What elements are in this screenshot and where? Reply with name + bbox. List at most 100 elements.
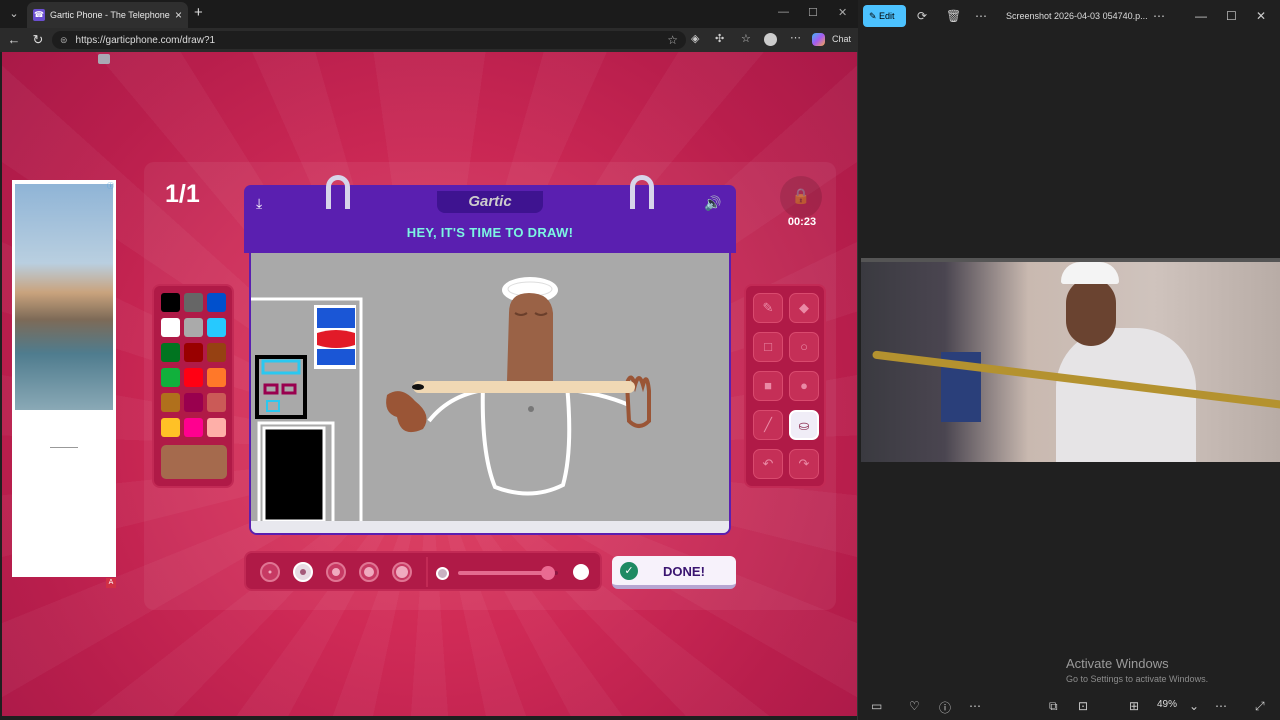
pencil-icon[interactable]: ✎ [753, 293, 783, 323]
color-swatch[interactable] [207, 318, 226, 337]
color-swatch[interactable] [184, 343, 203, 362]
chef-body [480, 384, 572, 496]
activate-windows-title: Activate Windows [1066, 656, 1169, 671]
file-more-icon[interactable]: ⋯ [1153, 9, 1165, 23]
color-swatch[interactable] [161, 343, 180, 362]
fit-icon[interactable]: ⊞ [1129, 699, 1139, 713]
tab-gartic[interactable]: ☎ Gartic Phone - The Telephone Game × [27, 2, 188, 28]
color-swatch[interactable] [184, 418, 203, 437]
circle-outline-icon[interactable]: ○ [789, 332, 819, 362]
color-swatch[interactable] [207, 293, 226, 312]
done-button[interactable]: ✓ DONE! [612, 556, 736, 589]
rotate-icon[interactable]: ⟳ [917, 9, 927, 23]
maximize-icon[interactable]: ☐ [808, 6, 818, 19]
more-menu-icon[interactable]: ⋯ [790, 31, 801, 44]
rolling-pin-end [412, 384, 424, 390]
new-tab-button[interactable]: + [194, 5, 203, 21]
activate-windows-subtitle: Go to Settings to activate Windows. [1066, 674, 1209, 684]
zoom-level[interactable]: 49% [1157, 699, 1177, 710]
color-swatch[interactable] [161, 368, 180, 387]
color-swatch[interactable] [207, 343, 226, 362]
gartic-favicon-icon: ☎ [33, 9, 45, 21]
color-swatch[interactable] [161, 418, 180, 437]
rectangle-fill-icon[interactable]: ■ [753, 371, 783, 401]
zoom-dropdown-icon[interactable]: ⌄ [1189, 699, 1199, 713]
profile-avatar[interactable] [764, 33, 777, 46]
copilot-icon[interactable] [812, 33, 825, 46]
ad-banner[interactable]: ⓘ [12, 180, 116, 577]
ad-image[interactable] [15, 184, 113, 410]
url-field[interactable]: ⊜ https://garticphone.com/draw?1 ☆ [52, 31, 686, 49]
edit-button[interactable]: ✎ Edit [863, 5, 906, 27]
lock-icon[interactable]: 🔒 [780, 176, 822, 218]
webcam-image [861, 258, 1280, 462]
line-icon[interactable]: ╱ [753, 410, 783, 440]
ad-badge[interactable]: A [106, 578, 116, 588]
options-divider [426, 557, 428, 587]
brush-size-button[interactable] [326, 562, 346, 582]
delete-icon[interactable]: 🗑 [946, 9, 961, 23]
color-swatch[interactable] [184, 368, 203, 387]
color-swatch[interactable] [184, 393, 203, 412]
close-window-icon[interactable]: ✕ [838, 6, 847, 19]
color-swatch[interactable] [184, 318, 203, 337]
close-icon[interactable]: ✕ [1256, 9, 1266, 23]
brush-size-button[interactable] [359, 562, 379, 582]
gartic-page: ⓘ A 1/1 🔒 00:23 Gartic ⤓ 🔊 HEY, IT'S TIM… [2, 52, 857, 716]
shield-icon[interactable]: ◈ [691, 32, 699, 45]
color-swatch[interactable] [207, 393, 226, 412]
color-swatch[interactable] [207, 418, 226, 437]
fullscreen-icon[interactable]: ⤢ [1255, 699, 1265, 714]
brush-size-button[interactable] [392, 562, 412, 582]
brush-size-dot [396, 566, 408, 578]
ad-choices-icon[interactable]: ⓘ [107, 181, 114, 191]
brush-size-button[interactable] [260, 562, 280, 582]
color-swatch[interactable] [184, 293, 203, 312]
tab-list-button[interactable]: ⌄ [6, 6, 22, 22]
back-icon[interactable]: ← [3, 32, 25, 47]
rolling-pin [413, 381, 635, 393]
maximize-icon[interactable]: ☐ [1226, 9, 1237, 23]
crop-icon[interactable]: ⧉ [1049, 699, 1058, 714]
download-icon[interactable]: ⤓ [256, 195, 262, 212]
minimize-icon[interactable]: — [1195, 9, 1207, 23]
gartic-logo: Gartic [437, 191, 543, 213]
bottom-more-icon[interactable]: ⋯ [969, 699, 981, 713]
volume-icon[interactable]: 🔊 [704, 195, 721, 212]
undo-icon[interactable]: ↶ [753, 449, 783, 479]
circle-fill-icon[interactable]: ● [789, 371, 819, 401]
drawing-canvas[interactable] [249, 253, 731, 535]
color-swatch[interactable] [161, 293, 180, 312]
color-swatch[interactable] [161, 393, 180, 412]
eraser-icon[interactable]: ◆ [789, 293, 819, 323]
filmstrip-icon[interactable]: ▭ [871, 699, 882, 713]
favorites-icon[interactable]: ☆ [741, 32, 751, 45]
info-icon[interactable]: ⓘ [939, 699, 951, 716]
close-tab-icon[interactable]: × [175, 8, 182, 22]
fill-bucket-icon[interactable]: ⛀ [789, 410, 819, 440]
site-info-icon[interactable]: ⊜ [60, 35, 68, 46]
refresh-icon[interactable]: ↻ [27, 32, 49, 48]
photos-viewer: ✎ Edit ⟳ 🗑 ⋯ Screenshot 2026-04-03 05474… [859, 0, 1280, 720]
pepsi-blue-top [317, 308, 355, 328]
chef-button [528, 406, 534, 412]
favorite-star-icon[interactable]: ☆ [667, 33, 678, 47]
minimize-icon[interactable]: — [778, 6, 789, 18]
done-label: DONE! [663, 564, 705, 579]
current-color[interactable] [161, 445, 227, 479]
brush-size-button[interactable] [293, 562, 313, 582]
browser-window: ⌄ ☎ Gartic Phone - The Telephone Game × … [0, 0, 858, 720]
redo-icon[interactable]: ↷ [789, 449, 819, 479]
chat-label[interactable]: Chat [832, 34, 851, 44]
color-swatch[interactable] [161, 318, 180, 337]
more-icon[interactable]: ⋯ [975, 9, 987, 23]
rectangle-outline-icon[interactable]: □ [753, 332, 783, 362]
opacity-slider-knob[interactable] [541, 566, 555, 580]
select-icon[interactable]: ⊡ [1078, 699, 1088, 713]
extensions-icon[interactable]: ✣ [715, 32, 724, 45]
left-hand [386, 391, 427, 433]
headline: HEY, IT'S TIME TO DRAW! [406, 225, 574, 240]
favorite-heart-icon[interactable]: ♡ [909, 699, 920, 713]
color-swatch[interactable] [207, 368, 226, 387]
overflow-icon[interactable]: ⋯ [1215, 699, 1227, 713]
